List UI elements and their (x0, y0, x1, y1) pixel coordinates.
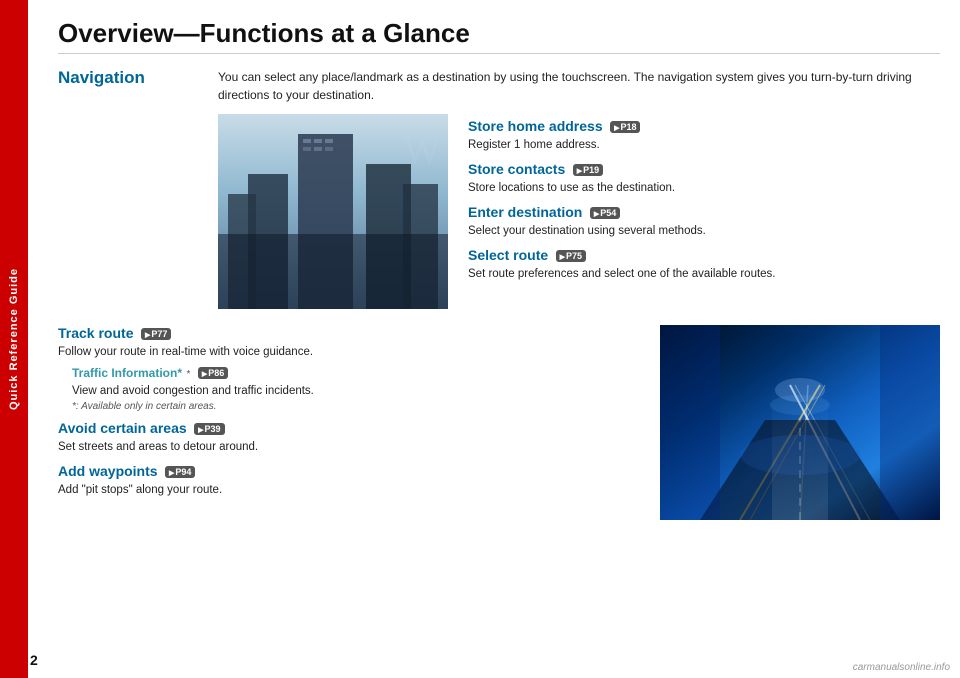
page-number: 2 (30, 652, 38, 668)
feature-title-store-contacts: Store contacts (468, 161, 565, 177)
feature-desc-store-contacts: Store locations to use as the destinatio… (468, 180, 940, 196)
road-image (660, 325, 940, 520)
feature-badge-enter-dest: P54 (590, 207, 620, 219)
feature-badge-store-home: P18 (610, 121, 640, 133)
feature-select-route: Select route P75 Set route preferences a… (468, 247, 940, 282)
feature-badge-add-waypoints: P94 (165, 466, 195, 478)
section-intro: You can select any place/landmark as a d… (218, 68, 940, 104)
sub-feature-badge-traffic: P86 (198, 367, 228, 379)
feature-desc-select-route: Set route preferences and select one of … (468, 266, 940, 282)
sub-feature-note-traffic: *: Available only in certain areas. (72, 401, 640, 412)
feature-badge-store-contacts: P19 (573, 164, 603, 176)
feature-title-add-waypoints: Add waypoints (58, 463, 158, 479)
feature-avoid-areas: Avoid certain areas P39 Set streets and … (58, 420, 640, 455)
features-list: Store home address P18 Register 1 home a… (468, 114, 940, 309)
sidebar-label: Quick Reference Guide (8, 268, 20, 410)
feature-title-enter-dest: Enter destination (468, 204, 582, 220)
feature-track-route: Track route P77 Follow your route in rea… (58, 325, 640, 412)
feature-badge-avoid-areas: P39 (194, 423, 224, 435)
feature-enter-destination: Enter destination P54 Select your destin… (468, 204, 940, 239)
section-heading: Navigation (58, 68, 218, 88)
feature-add-waypoints: Add waypoints P94 Add "pit stops" along … (58, 463, 640, 498)
sidebar: Quick Reference Guide (0, 0, 28, 678)
sub-feature-traffic: Traffic Information* * P86 View and avoi… (72, 364, 640, 412)
feature-desc-track-route: Follow your route in real-time with voic… (58, 344, 640, 360)
feature-badge-select-route: P75 (556, 250, 586, 262)
svg-text:W: W (403, 128, 441, 173)
bottom-features: Track route P77 Follow your route in rea… (58, 325, 640, 520)
feature-title-track-route: Track route (58, 325, 133, 341)
top-block: W Store home address P18 Register 1 home… (218, 114, 940, 309)
feature-store-contacts: Store contacts P19 Store locations to us… (468, 161, 940, 196)
feature-desc-enter-dest: Select your destination using several me… (468, 223, 940, 239)
feature-desc-avoid-areas: Set streets and areas to detour around. (58, 439, 640, 455)
feature-desc-store-home: Register 1 home address. (468, 137, 940, 153)
feature-badge-track-route: P77 (141, 328, 171, 340)
watermark: carmanualsonline.info (853, 662, 950, 673)
bottom-block: Track route P77 Follow your route in rea… (58, 325, 940, 520)
feature-title-avoid-areas: Avoid certain areas (58, 420, 187, 436)
main-content: Overview—Functions at a Glance Navigatio… (28, 0, 960, 678)
navigation-section: Navigation You can select any place/land… (58, 68, 940, 114)
feature-desc-add-waypoints: Add "pit stops" along your route. (58, 482, 640, 498)
page-title: Overview—Functions at a Glance (58, 18, 940, 54)
sub-feature-title-traffic: Traffic Information* (72, 366, 182, 380)
sub-feature-desc-traffic: View and avoid congestion and traffic in… (72, 383, 640, 399)
feature-store-home: Store home address P18 Register 1 home a… (468, 118, 940, 153)
feature-title-select-route: Select route (468, 247, 548, 263)
feature-title-store-home: Store home address (468, 118, 603, 134)
building-image: W (218, 114, 448, 309)
